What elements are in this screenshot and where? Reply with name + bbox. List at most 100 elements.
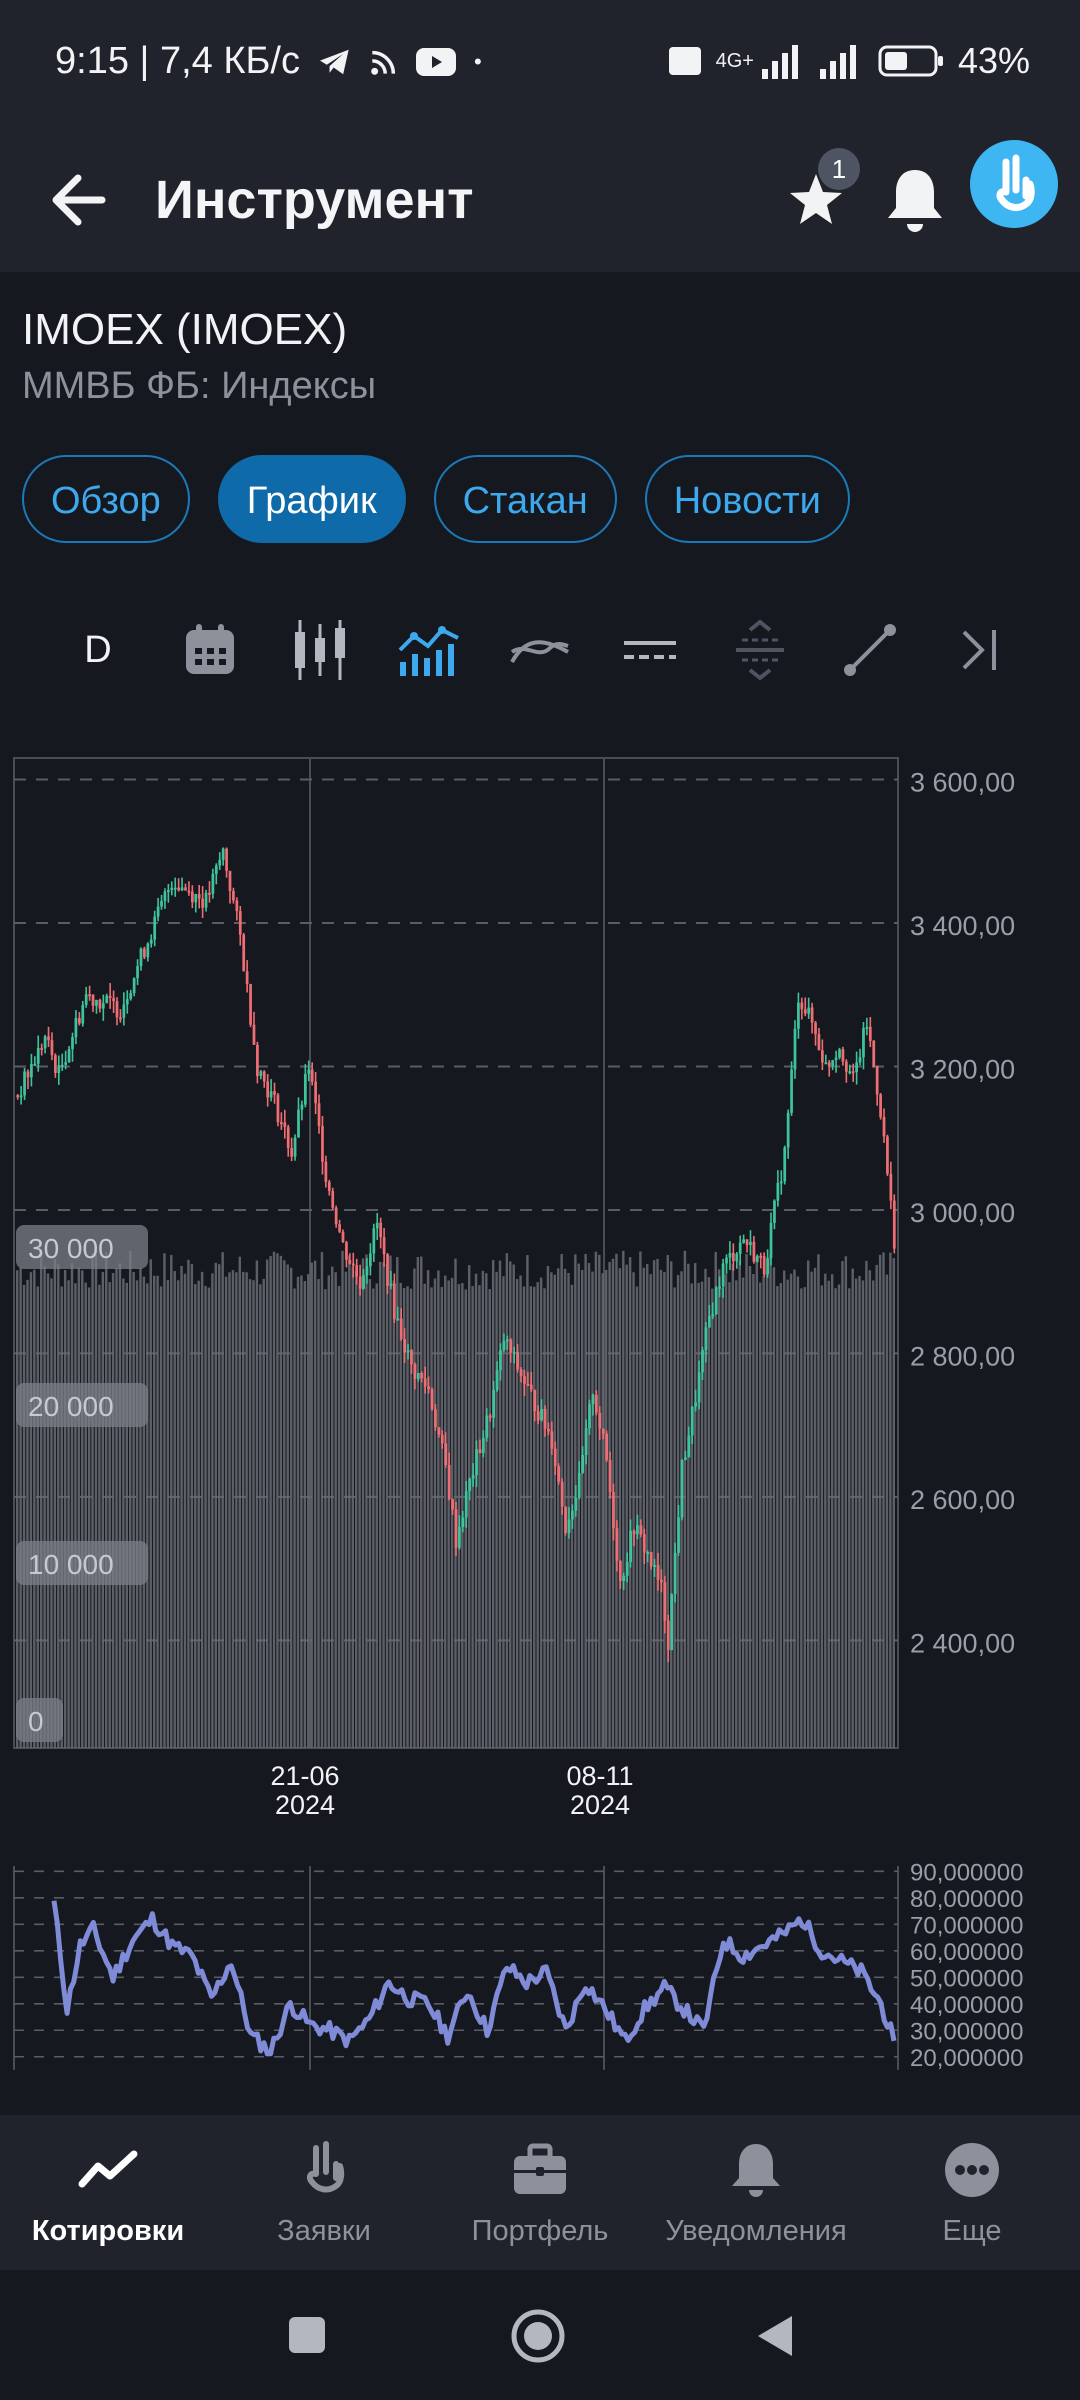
volume-bar <box>474 1273 478 1748</box>
nav-orders[interactable]: Заявки <box>216 2115 432 2270</box>
candle-body <box>824 1062 828 1065</box>
volume-bar <box>183 1273 187 1748</box>
volume-bar <box>389 1255 392 1748</box>
year-tick-label: 2024 <box>570 1790 630 1820</box>
candle-body <box>40 1047 44 1050</box>
volume-bar <box>125 1282 128 1748</box>
candle-body <box>738 1242 742 1254</box>
volume-bar <box>105 1252 108 1748</box>
rsi-chart[interactable]: 90,00000080,00000070,00000060,00000050,0… <box>0 1850 1080 2080</box>
candle-body <box>211 874 215 894</box>
volume-bar <box>693 1263 697 1748</box>
year-tick-label: 2024 <box>275 1790 335 1820</box>
candle-body <box>451 1499 454 1510</box>
nav-portfolio[interactable]: Портфель <box>432 2115 648 2270</box>
candle-body <box>519 1369 523 1377</box>
tab-chart[interactable]: График <box>217 455 406 543</box>
candle-body <box>677 1517 680 1553</box>
candle-body <box>793 1028 797 1070</box>
tab-overview[interactable]: Обзор <box>22 455 190 543</box>
avatar[interactable] <box>970 140 1058 228</box>
volume-bar <box>279 1255 283 1748</box>
volume-bar <box>550 1272 553 1748</box>
volume-bar <box>57 1263 60 1748</box>
volume-bar <box>854 1278 858 1748</box>
price-tick-label: 3 000,00 <box>910 1198 1015 1228</box>
candle-body <box>543 1408 547 1429</box>
candle-body <box>43 1036 47 1049</box>
indicators-icon[interactable] <box>395 610 465 690</box>
volume-bar <box>707 1277 711 1748</box>
volume-bar <box>683 1250 687 1748</box>
levels-icon[interactable] <box>725 610 795 690</box>
period-selector[interactable]: D <box>63 610 133 690</box>
candle-body <box>67 1049 71 1063</box>
volume-bar <box>875 1264 878 1748</box>
nav-notifications[interactable]: Уведомления <box>648 2115 864 2270</box>
trendline-icon[interactable] <box>835 610 905 690</box>
tab-news[interactable]: Новости <box>644 455 850 543</box>
candle-body <box>314 1081 317 1104</box>
tab-orderbook[interactable]: Стакан <box>433 455 617 543</box>
candle-body <box>382 1237 386 1255</box>
recents-icon[interactable] <box>287 2315 327 2355</box>
volume-bar <box>300 1275 303 1748</box>
candle-body <box>697 1372 701 1403</box>
rsi-tick-label: 50,000000 <box>910 1965 1023 1992</box>
candle-body <box>577 1472 581 1498</box>
volume-bar <box>885 1274 889 1748</box>
candles-icon[interactable] <box>285 610 355 690</box>
volume-bar <box>43 1266 46 1748</box>
volume-bar <box>286 1264 289 1748</box>
nav-more[interactable]: Еще <box>864 2115 1080 2270</box>
bell-icon[interactable] <box>884 166 946 234</box>
candle-body <box>369 1253 372 1267</box>
candle-body <box>23 1071 26 1096</box>
volume-bar <box>94 1251 98 1748</box>
candle-body <box>875 1066 879 1095</box>
candle-body <box>797 1002 800 1029</box>
candle-body <box>608 1460 612 1493</box>
volume-bar <box>557 1268 560 1748</box>
price-chart[interactable]: 3 600,00 3 400,00 3 200,00 3 000,00 2 800,00… <box>0 750 1080 1830</box>
volume-bar <box>728 1282 731 1748</box>
candle-body <box>769 1222 773 1259</box>
candle-body <box>468 1478 472 1491</box>
candle-body <box>584 1428 588 1456</box>
back-arrow-icon[interactable] <box>42 160 122 240</box>
volume-bar <box>365 1254 368 1748</box>
candle-body <box>201 898 204 908</box>
volume-bar <box>22 1284 26 1748</box>
volume-bar <box>478 1285 481 1748</box>
calendar-icon[interactable] <box>175 610 245 690</box>
candle-body <box>766 1258 769 1275</box>
nav-quotes[interactable]: Котировки <box>0 2115 216 2270</box>
volume-bar <box>444 1275 447 1748</box>
candle-body <box>194 894 198 903</box>
candle-body <box>249 984 252 1025</box>
home-icon[interactable] <box>510 2308 566 2364</box>
rsi-axis: 90,00000080,00000070,00000060,00000050,0… <box>910 1859 1023 2071</box>
volume-bar <box>724 1274 728 1748</box>
candle-body <box>827 1062 831 1066</box>
candle-body <box>146 943 150 958</box>
candle-body <box>180 887 184 891</box>
candle-body <box>71 1037 74 1050</box>
youtube-icon <box>415 47 456 76</box>
overlay-icon[interactable] <box>505 610 575 690</box>
volume-bar <box>827 1280 830 1748</box>
volume-bar <box>861 1280 865 1748</box>
candle-body <box>523 1376 526 1384</box>
quotes-icon <box>78 2150 138 2188</box>
candle-body <box>759 1255 763 1258</box>
volume-tick-label: 0 <box>28 1706 44 1737</box>
volume-bar <box>731 1263 735 1748</box>
rsi-tick-label: 70,000000 <box>910 1912 1023 1939</box>
candle-body <box>536 1411 540 1421</box>
candle-body <box>321 1126 324 1162</box>
candle-body <box>119 1017 122 1020</box>
volume-bar <box>536 1282 539 1748</box>
hlines-icon[interactable] <box>615 610 685 690</box>
go-to-end-icon[interactable] <box>945 610 1015 690</box>
back-icon[interactable] <box>752 2312 796 2360</box>
